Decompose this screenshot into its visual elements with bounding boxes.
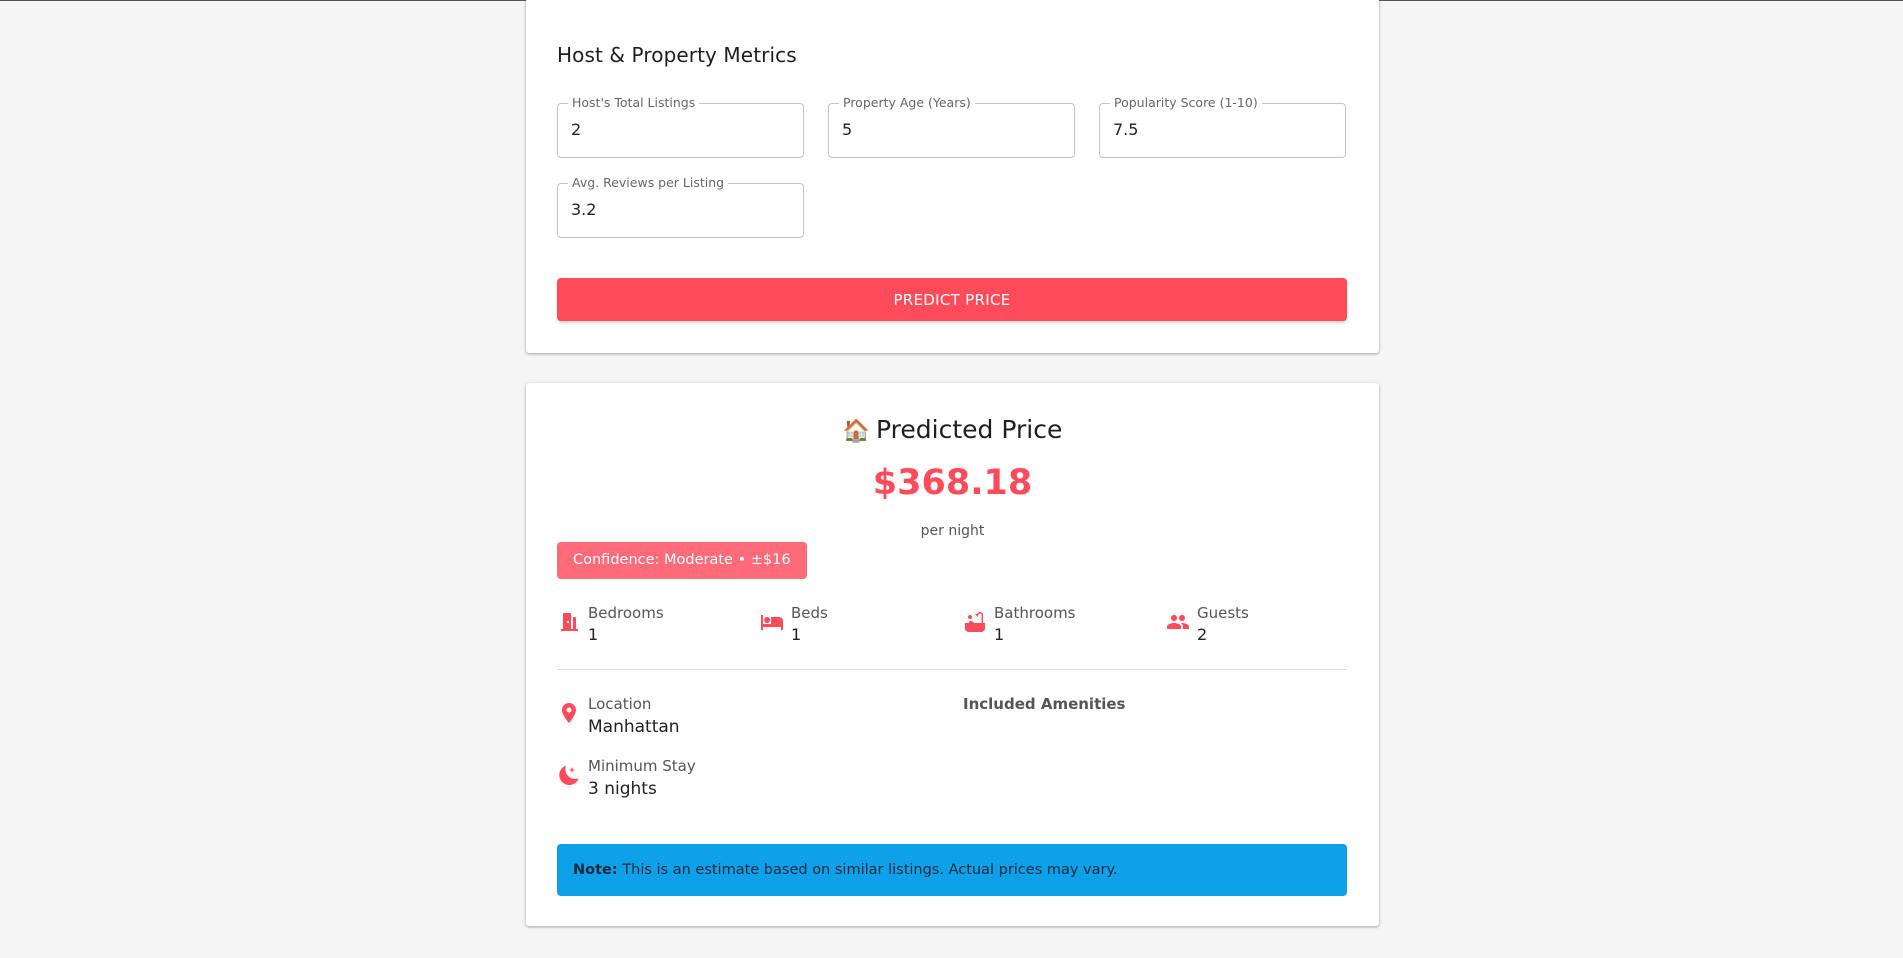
stat-bedrooms: Bedrooms 1	[557, 602, 747, 646]
popularity-score-field[interactable]: Popularity Score (1-10)	[1099, 95, 1346, 158]
property-age-field[interactable]: Property Age (Years)	[828, 95, 1075, 158]
people-icon	[1167, 615, 1189, 629]
location-label: Location	[588, 695, 652, 713]
location-value: Manhattan	[588, 717, 680, 737]
door-icon	[561, 613, 578, 631]
included-amenities-label: Included Amenities	[963, 695, 1126, 713]
location-info: Location Manhattan	[557, 695, 857, 741]
result-title-text: Predicted Price	[876, 415, 1063, 444]
predicted-price-value: $368.18	[872, 463, 1033, 503]
stat-label: Beds	[791, 604, 828, 622]
avg-reviews-field[interactable]: Avg. Reviews per Listing	[557, 175, 804, 238]
stat-label: Guests	[1197, 604, 1249, 622]
property-age-input[interactable]	[842, 120, 1057, 139]
confidence-badge: Confidence: Moderate • ±$16	[557, 542, 807, 579]
note-text: This is an estimate based on similar lis…	[617, 862, 1118, 878]
stat-value: 1	[791, 625, 802, 644]
moon-icon	[559, 765, 579, 785]
field-label: Host's Total Listings	[568, 95, 700, 110]
field-label: Popularity Score (1-10)	[1110, 95, 1262, 110]
stat-label: Bedrooms	[588, 604, 664, 622]
stat-label: Bathrooms	[994, 604, 1076, 622]
stat-guests: Guests 2	[1166, 602, 1356, 646]
host-total-listings-input[interactable]	[571, 120, 786, 139]
predicted-price-card: 🏠 Predicted Price $368.18 per night Confi…	[526, 383, 1379, 926]
house-icon: 🏠	[842, 419, 871, 444]
popularity-score-input[interactable]	[1113, 120, 1328, 139]
stat-beds: Beds 1	[760, 602, 950, 646]
stat-bathrooms: Bathrooms 1	[963, 602, 1153, 646]
field-label: Property Age (Years)	[839, 95, 975, 110]
minimum-stay-label: Minimum Stay	[588, 757, 696, 775]
bathtub-icon	[965, 612, 985, 632]
divider	[557, 669, 1347, 670]
predict-price-button[interactable]: PREDICT PRICE	[557, 278, 1347, 321]
minimum-stay-value: 3 nights	[588, 779, 657, 799]
stat-value: 1	[994, 625, 1005, 644]
minimum-stay-info: Minimum Stay 3 nights	[557, 757, 857, 803]
result-title: 🏠 Predicted Price	[526, 415, 1379, 444]
field-label: Avg. Reviews per Listing	[568, 175, 729, 190]
stat-value: 2	[1197, 625, 1208, 644]
host-property-metrics-card: Host & Property Metrics Host's Total Lis…	[526, 0, 1379, 353]
section-title: Host & Property Metrics	[557, 43, 797, 67]
stat-value: 1	[588, 625, 599, 644]
bed-icon	[761, 615, 783, 630]
price-unit: per night	[920, 523, 985, 539]
location-pin-icon	[562, 703, 576, 723]
avg-reviews-input[interactable]	[571, 200, 786, 219]
note-label: Note:	[573, 862, 618, 878]
estimate-note: Note: This is an estimate based on simil…	[557, 844, 1347, 896]
host-total-listings-field[interactable]: Host's Total Listings	[557, 95, 804, 158]
